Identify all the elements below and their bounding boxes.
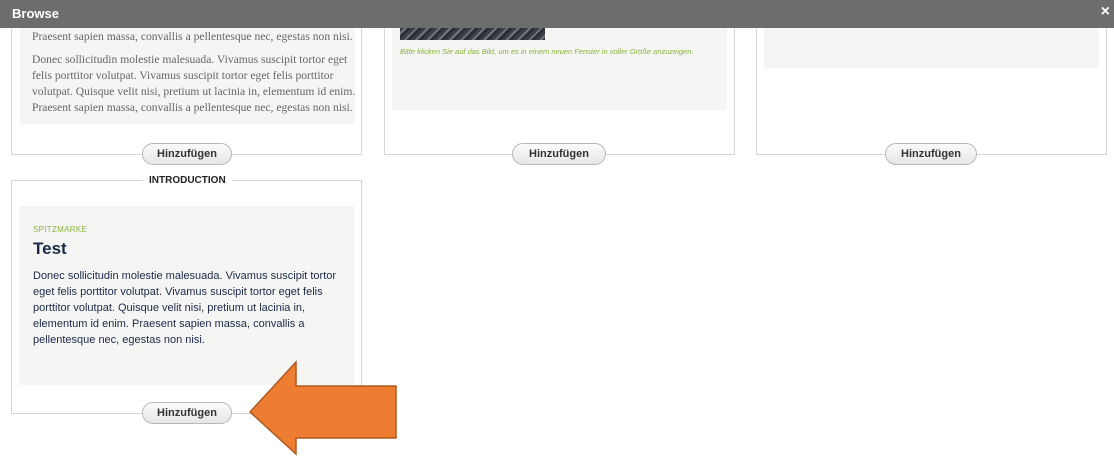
annotation-arrow-shape [248, 360, 397, 456]
card-heading: Test [33, 239, 67, 258]
card-text-body: Donec sollicitudin molestie malesuada. V… [32, 53, 356, 114]
add-button[interactable]: Hinzufügen [512, 143, 606, 165]
dialog-title: Browse [12, 6, 59, 21]
add-button[interactable]: Hinzufügen [142, 143, 232, 165]
card-kicker: SPITZMARKE [33, 225, 88, 234]
card-header-label: INTRODUCTION [143, 175, 232, 186]
annotation-arrow-icon [248, 360, 397, 456]
add-button[interactable]: Hinzufügen [142, 402, 232, 424]
dialog-title-bar: Browse × [0, 0, 1114, 28]
add-button[interactable]: Hinzufügen [885, 143, 977, 165]
card-body-text: Donec sollicitudin molestie malesuada. V… [33, 270, 337, 346]
image-caption: Bitte klicken Sie auf das Bild, um es in… [400, 47, 694, 56]
image-thumbnail[interactable] [400, 28, 545, 40]
close-icon[interactable]: × [1101, 3, 1110, 21]
card-text-top: Praesent sapien massa, convallis a pelle… [32, 30, 353, 43]
